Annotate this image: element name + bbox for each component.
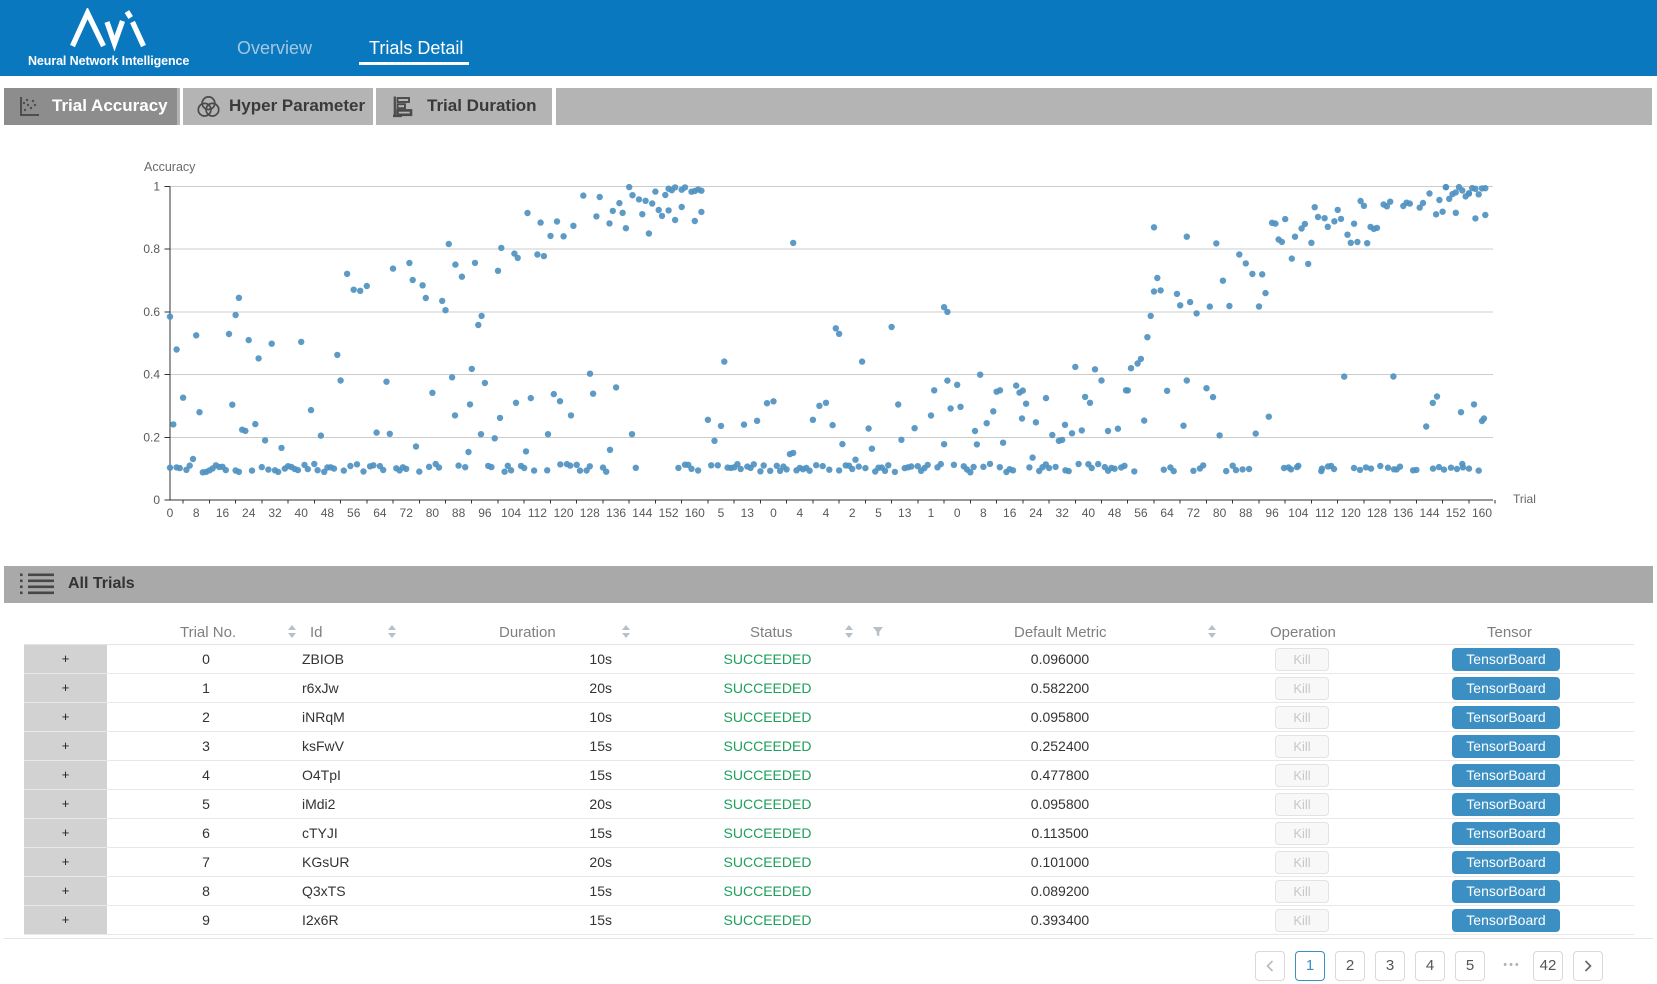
svg-text:5: 5 (875, 506, 882, 520)
svg-text:24: 24 (1029, 506, 1043, 520)
svg-text:96: 96 (478, 506, 492, 520)
svg-text:4: 4 (823, 506, 830, 520)
svg-text:160: 160 (685, 506, 705, 520)
svg-text:88: 88 (452, 506, 466, 520)
svg-text:112: 112 (1315, 506, 1334, 520)
svg-text:72: 72 (400, 506, 414, 520)
svg-text:32: 32 (1056, 506, 1070, 520)
svg-text:56: 56 (1134, 506, 1148, 520)
svg-text:128: 128 (580, 506, 600, 520)
svg-text:16: 16 (216, 506, 230, 520)
svg-text:13: 13 (741, 506, 755, 520)
svg-text:112: 112 (528, 506, 547, 520)
svg-text:152: 152 (1446, 506, 1466, 520)
svg-text:80: 80 (426, 506, 440, 520)
svg-text:56: 56 (347, 506, 361, 520)
svg-text:96: 96 (1265, 506, 1279, 520)
svg-text:48: 48 (1108, 506, 1122, 520)
svg-text:40: 40 (1082, 506, 1096, 520)
svg-text:8: 8 (980, 506, 987, 520)
svg-text:Accuracy: Accuracy (144, 160, 196, 174)
svg-text:0: 0 (954, 506, 961, 520)
svg-text:8: 8 (193, 506, 200, 520)
svg-text:4: 4 (796, 506, 803, 520)
svg-text:152: 152 (659, 506, 679, 520)
svg-text:40: 40 (295, 506, 309, 520)
svg-text:104: 104 (501, 506, 521, 520)
svg-text:0.6: 0.6 (143, 305, 160, 319)
svg-text:1: 1 (928, 506, 935, 520)
svg-text:136: 136 (1393, 506, 1413, 520)
svg-text:128: 128 (1367, 506, 1387, 520)
svg-text:104: 104 (1288, 506, 1308, 520)
svg-text:0: 0 (153, 493, 160, 507)
svg-text:16: 16 (1003, 506, 1017, 520)
svg-text:144: 144 (1419, 506, 1439, 520)
svg-text:72: 72 (1187, 506, 1201, 520)
svg-text:32: 32 (268, 506, 282, 520)
svg-text:48: 48 (321, 506, 335, 520)
svg-text:1: 1 (153, 180, 160, 194)
svg-text:120: 120 (554, 506, 574, 520)
svg-text:24: 24 (242, 506, 256, 520)
svg-text:144: 144 (632, 506, 652, 520)
svg-text:13: 13 (898, 506, 912, 520)
svg-text:2: 2 (849, 506, 856, 520)
svg-text:0.4: 0.4 (143, 368, 160, 382)
svg-text:120: 120 (1341, 506, 1361, 520)
svg-text:0.8: 0.8 (143, 242, 160, 256)
svg-text:0: 0 (770, 506, 777, 520)
svg-text:64: 64 (1160, 506, 1174, 520)
svg-text:88: 88 (1239, 506, 1253, 520)
svg-text:0: 0 (167, 506, 174, 520)
svg-text:Trial: Trial (1513, 492, 1536, 506)
svg-text:0.2: 0.2 (143, 430, 160, 444)
svg-text:160: 160 (1472, 506, 1492, 520)
svg-text:80: 80 (1213, 506, 1227, 520)
svg-text:64: 64 (373, 506, 387, 520)
svg-text:136: 136 (606, 506, 626, 520)
svg-text:5: 5 (718, 506, 725, 520)
